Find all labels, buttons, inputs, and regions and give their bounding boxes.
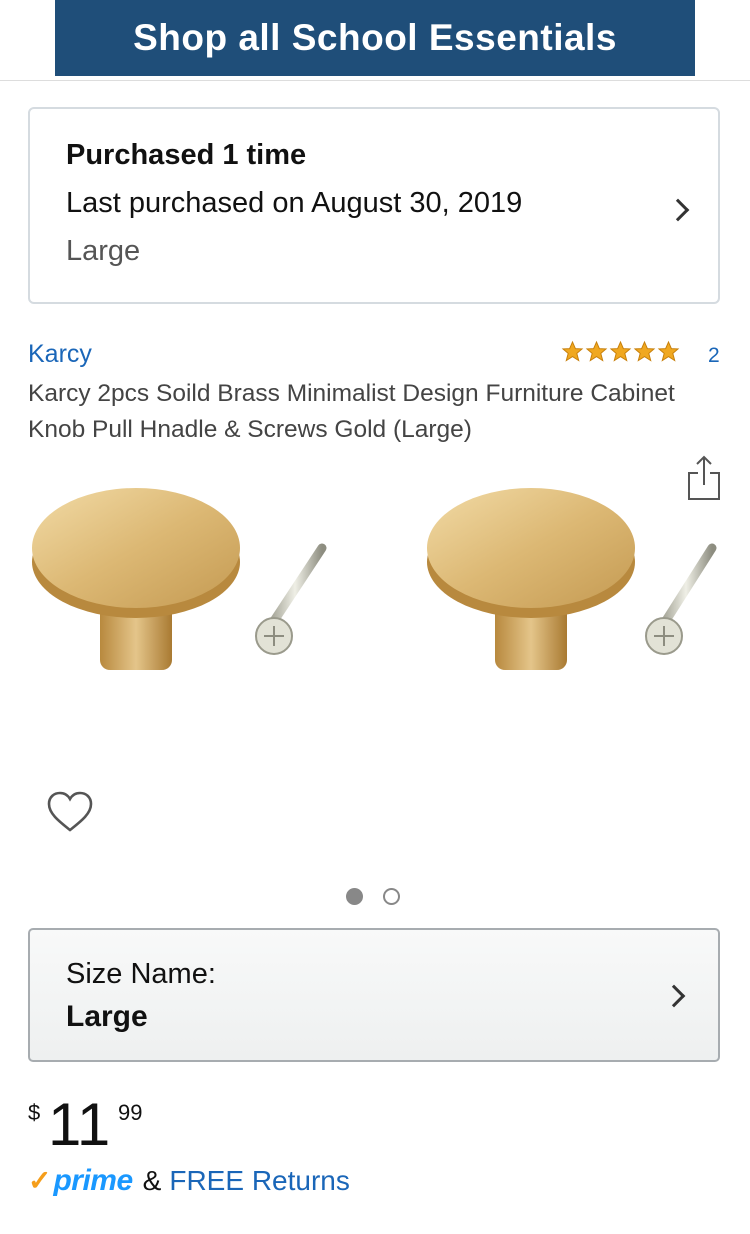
star-rating[interactable]	[561, 340, 680, 363]
price-whole: 11	[48, 1091, 111, 1158]
price-currency: $	[28, 1100, 41, 1125]
prime-logo: prime	[53, 1164, 133, 1197]
star-icon	[657, 340, 680, 362]
size-label: Size Name:	[66, 958, 216, 990]
size-selector[interactable]: Size Name: Large	[28, 928, 720, 1062]
star-icon	[609, 340, 632, 362]
brass-knob	[32, 488, 240, 670]
screw	[255, 543, 327, 655]
free-returns-link[interactable]: FREE Returns	[169, 1165, 350, 1197]
banner-text: Shop all School Essentials	[133, 17, 617, 58]
size-value: Large	[66, 1000, 148, 1033]
ampersand: &	[142, 1165, 162, 1196]
star-icon	[561, 340, 584, 362]
review-count-link[interactable]: 2	[708, 344, 720, 368]
purchase-count: Purchased 1 time	[66, 139, 307, 171]
prime-badge-row: ✓ prime & FREE Returns	[28, 1164, 350, 1198]
pagination-dot[interactable]	[383, 888, 400, 905]
price-fraction: 99	[118, 1100, 143, 1125]
product-title: Karcy 2pcs Soild Brass Minimalist Design…	[28, 380, 675, 443]
heart-icon[interactable]	[46, 790, 94, 834]
chevron-right-icon	[662, 984, 686, 1008]
star-icon	[633, 340, 656, 362]
star-icon	[585, 340, 608, 362]
last-purchased-date: Last purchased on August 30, 2019	[66, 187, 523, 219]
image-pagination	[346, 888, 400, 905]
pagination-dot-active[interactable]	[346, 888, 363, 905]
prime-check-icon: ✓	[28, 1165, 52, 1196]
brand-link[interactable]: Karcy	[28, 340, 92, 369]
brass-knob	[427, 488, 635, 670]
screw	[645, 543, 717, 655]
product-image[interactable]	[28, 470, 728, 680]
purchased-variant: Large	[66, 235, 141, 267]
banner-area: Shop all School Essentials	[0, 0, 750, 81]
shop-school-essentials-banner[interactable]: Shop all School Essentials	[55, 0, 695, 76]
purchase-history-card[interactable]: Purchased 1 time Last purchased on Augus…	[28, 107, 720, 304]
chevron-right-icon	[666, 198, 690, 222]
